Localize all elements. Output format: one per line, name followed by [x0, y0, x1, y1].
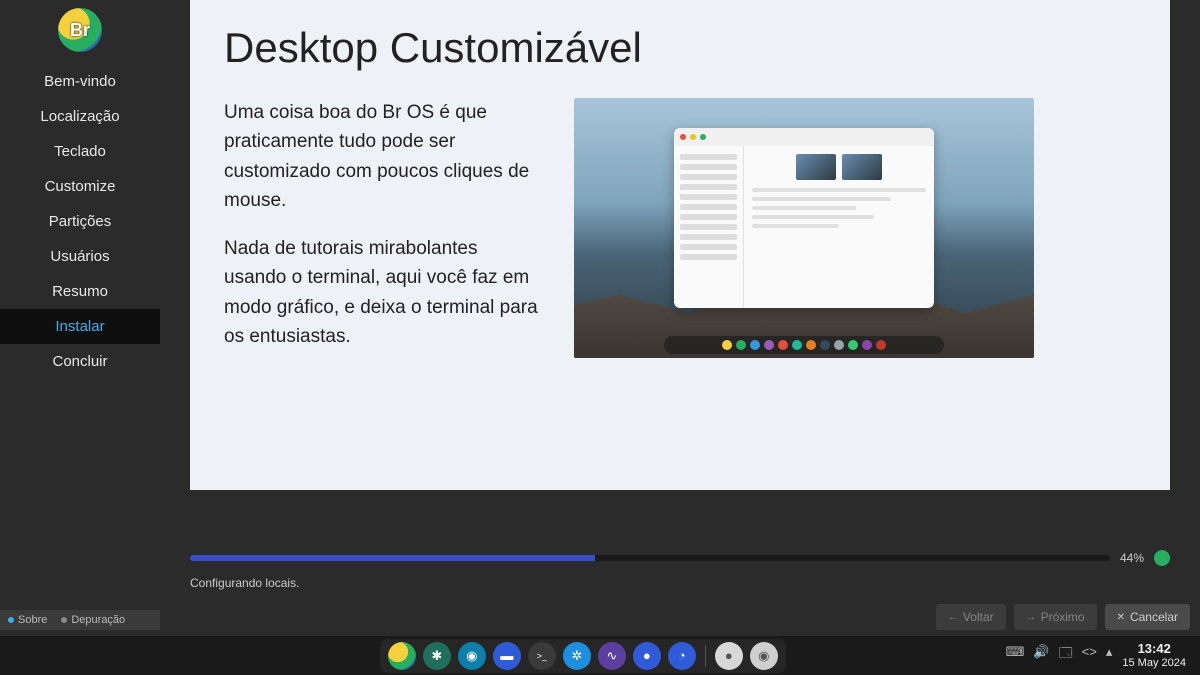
dock-record-icon[interactable]: ● [715, 642, 743, 670]
next-button: →Próximo [1014, 604, 1097, 630]
dock-disc-icon[interactable]: ◉ [750, 642, 778, 670]
step-customize: Customize [0, 169, 160, 204]
progress-percent: 44% [1120, 551, 1144, 565]
step-teclado: Teclado [0, 134, 160, 169]
tray-icon-0[interactable]: ⌨ [1006, 644, 1025, 666]
about-link[interactable]: Sobre [8, 614, 47, 626]
dock-settings-icon[interactable]: ✲ [563, 642, 591, 670]
bros-logo: Br [58, 8, 102, 52]
install-progress-bar [190, 555, 1110, 561]
install-progress-fill [190, 555, 595, 561]
dock-files-icon[interactable]: ▬ [493, 642, 521, 670]
dock-wave-icon[interactable]: ∿ [598, 642, 626, 670]
slide-paragraph-2: Nada de tutorais mirabolantes usando o t… [224, 234, 544, 352]
step-partições: Partições [0, 204, 160, 239]
install-steps: Bem-vindoLocalizaçãoTecladoCustomizePart… [0, 64, 160, 379]
step-concluir: Concluir [0, 344, 160, 379]
taskbar-dock: ✱◉▬>_✲∿●◔●◉ [380, 639, 786, 673]
slideshow-slide: Desktop Customizável Uma coisa boa do Br… [190, 0, 1170, 490]
step-usuários: Usuários [0, 239, 160, 274]
dock-browser-icon[interactable]: ◉ [458, 642, 486, 670]
cancel-button[interactable]: ✕Cancelar [1105, 604, 1190, 630]
dock-shield-icon[interactable]: ◔ [668, 642, 696, 670]
tray-icon-3[interactable]: <> [1082, 644, 1097, 666]
system-tray[interactable]: ⌨ 🔊 🗔 <> ▴ [1006, 644, 1113, 666]
dock-snowflake-icon[interactable]: ✱ [423, 642, 451, 670]
slide-title: Desktop Customizável [224, 24, 1136, 72]
progress-status-text: Configurando locais. [190, 576, 1170, 590]
progress-badge-icon [1154, 550, 1170, 566]
slide-paragraph-1: Uma coisa boa do Br OS é que praticament… [224, 98, 544, 216]
step-bem-vindo: Bem-vindo [0, 64, 160, 99]
step-instalar: Instalar [0, 309, 160, 344]
back-button: ←Voltar [936, 604, 1006, 630]
tray-icon-2[interactable]: 🗔 [1059, 644, 1073, 666]
dock-terminal-icon[interactable]: >_ [528, 642, 556, 670]
debug-link[interactable]: Depuração [61, 614, 125, 626]
dock-chat-icon[interactable]: ● [633, 642, 661, 670]
step-resumo: Resumo [0, 274, 160, 309]
installer-sidebar: Br Bem-vindoLocalizaçãoTecladoCustomizeP… [0, 0, 160, 636]
tray-icon-4[interactable]: ▴ [1106, 644, 1113, 666]
slide-screenshot [574, 98, 1136, 370]
installer-main: Desktop Customizável Uma coisa boa do Br… [160, 0, 1200, 636]
step-localização: Localização [0, 99, 160, 134]
system-taskbar: ✱◉▬>_✲∿●◔●◉ ⌨🔊🗔<>▴ 13:42 15 May 2024 [0, 636, 1200, 675]
dock-bros-logo-icon[interactable] [388, 642, 416, 670]
arrow-right-icon: → [1026, 612, 1036, 623]
close-icon: ✕ [1117, 612, 1125, 623]
arrow-left-icon: ← [948, 612, 958, 623]
tray-icon-1[interactable]: 🔊 [1033, 644, 1049, 666]
taskbar-clock[interactable]: 13:42 15 May 2024 [1122, 642, 1186, 670]
